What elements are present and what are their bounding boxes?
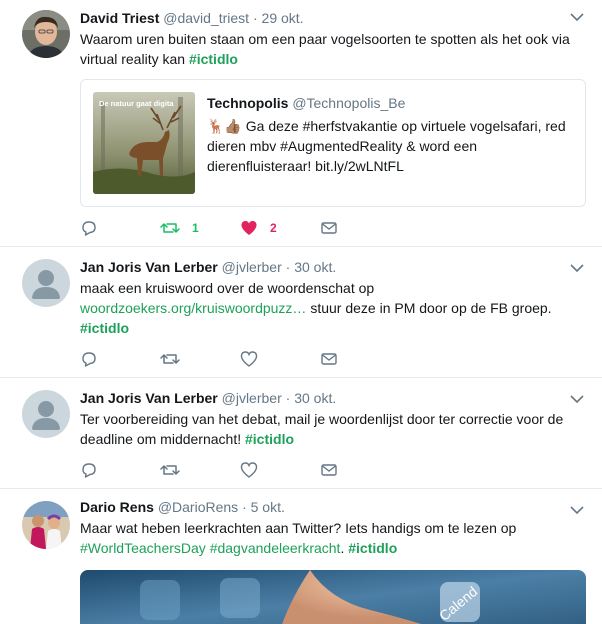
tweet-header: Jan Joris Van Lerber @jvlerber · 30 okt.	[80, 389, 582, 408]
separator-dot: ·	[242, 499, 247, 515]
tweet-text-body: Waarom uren buiten staan om een paar vog…	[80, 31, 570, 67]
timestamp[interactable]: 30 okt.	[294, 390, 336, 406]
timestamp[interactable]: 5 okt.	[251, 499, 285, 515]
avatar[interactable]	[22, 259, 70, 307]
separator-dot: ·	[285, 390, 291, 406]
author-handle[interactable]: @david_triest	[163, 10, 249, 26]
retweet-count: 1	[192, 221, 199, 235]
author-name[interactable]: Dario Rens	[80, 499, 154, 515]
reply-button[interactable]	[80, 460, 98, 480]
retweet-icon	[160, 465, 180, 475]
reply-icon	[82, 463, 96, 478]
tweet[interactable]: David Triest @david_triest · 29 okt. Waa…	[0, 0, 602, 247]
reply-icon	[82, 221, 96, 236]
hashtag-link[interactable]: #dagvandeleerkracht	[210, 540, 341, 556]
tweet-text-body: Ter voorbereiding van het debat, mail je…	[80, 411, 564, 447]
author-handle[interactable]: @jvlerber	[222, 259, 282, 275]
reply-button[interactable]	[80, 349, 98, 369]
tweet-text-body: Maar wat heben leerkrachten aan Twitter?…	[80, 520, 517, 536]
message-button[interactable]	[320, 460, 338, 480]
author-name[interactable]: Jan Joris Van Lerber	[80, 390, 218, 406]
tweet-actions: 1 2	[80, 218, 350, 238]
tweet-actions	[80, 460, 350, 480]
tweet[interactable]: Jan Joris Van Lerber @jvlerber · 30 okt.…	[0, 378, 602, 489]
message-icon	[321, 353, 337, 365]
timestamp[interactable]: 29 okt.	[262, 10, 304, 26]
tweet-header: Jan Joris Van Lerber @jvlerber · 30 okt.	[80, 258, 582, 277]
message-button[interactable]	[320, 218, 338, 238]
quoted-tweet-image: De natuur gaat digita	[93, 92, 195, 194]
like-button[interactable]	[240, 349, 258, 369]
message-button[interactable]	[320, 349, 338, 369]
message-icon	[321, 222, 337, 234]
tweet-text: Ter voorbereiding van het debat, mail je…	[80, 409, 582, 449]
like-icon	[241, 221, 257, 235]
retweet-button[interactable]	[160, 460, 180, 480]
quoted-tweet-text: 🦌👍🏽 Ga deze #herfstvakantie op virtuele …	[207, 116, 575, 176]
timeline: David Triest @david_triest · 29 okt. Waa…	[0, 0, 602, 624]
hashtag-link[interactable]: #WorldTeachersDay	[80, 540, 206, 556]
retweet-button[interactable]	[160, 349, 180, 369]
avatar[interactable]	[22, 10, 70, 58]
author-name[interactable]: Jan Joris Van Lerber	[80, 259, 218, 275]
retweet-button[interactable]: 1	[160, 218, 199, 238]
quoted-image-caption: De natuur gaat digita	[99, 99, 174, 108]
author-handle[interactable]: @DarioRens	[158, 499, 238, 515]
hashtag-link[interactable]: #ictidlo	[245, 431, 294, 447]
tweet-actions	[80, 349, 350, 369]
tweet-header: Dario Rens @DarioRens · 5 okt.	[80, 498, 582, 517]
tweet-text-body: maak een kruiswoord over de woordenschat…	[80, 280, 375, 296]
quoted-text-body: Ga deze #herfstvakantie op virtuele voge…	[207, 118, 566, 174]
quoted-author-name[interactable]: Technopolis	[207, 95, 288, 111]
avatar[interactable]	[22, 390, 70, 438]
url-link[interactable]: woordzoekers.org/kruiswoordpuzz…	[80, 300, 306, 316]
retweet-icon	[160, 354, 180, 364]
like-button[interactable]: 2	[240, 218, 277, 238]
hashtag-link[interactable]: #ictidlo	[348, 540, 397, 556]
quoted-author-handle[interactable]: @Technopolis_Be	[292, 95, 405, 111]
like-icon	[240, 351, 258, 367]
message-icon	[321, 464, 337, 476]
like-icon	[240, 462, 258, 478]
separator-dot: ·	[285, 259, 291, 275]
tweet-media-image[interactable]: Calend	[80, 570, 586, 624]
tweet-text: maak een kruiswoord over de woordenschat…	[80, 278, 582, 338]
quoted-tweet[interactable]: De natuur gaat digita Technopolis @Techn…	[80, 79, 586, 207]
hashtag-link[interactable]: #ictidlo	[189, 51, 238, 67]
tweet[interactable]: Jan Joris Van Lerber @jvlerber · 30 okt.…	[0, 247, 602, 378]
hashtag-link[interactable]: #ictidlo	[80, 320, 129, 336]
quoted-emoji: 🦌👍🏽	[207, 118, 242, 134]
avatar[interactable]	[22, 501, 70, 549]
author-name[interactable]: David Triest	[80, 10, 159, 26]
timestamp[interactable]: 30 okt.	[294, 259, 336, 275]
quoted-tweet-body: Technopolis @Technopolis_Be 🦌👍🏽 Ga deze …	[207, 94, 575, 176]
like-button[interactable]	[240, 460, 258, 480]
like-count: 2	[270, 221, 277, 235]
author-handle[interactable]: @jvlerber	[222, 390, 282, 406]
tweet-text: Waarom uren buiten staan om een paar vog…	[80, 29, 582, 69]
tweet-text: Maar wat heben leerkrachten aan Twitter?…	[80, 518, 582, 558]
reply-button[interactable]	[80, 218, 98, 238]
tweet-text-body: stuur deze in PM door op de FB groep.	[306, 300, 552, 316]
tweet-header: David Triest @david_triest · 29 okt.	[80, 9, 582, 28]
separator-dot: ·	[252, 10, 258, 26]
retweet-icon	[160, 223, 180, 233]
quoted-tweet-header: Technopolis @Technopolis_Be	[207, 94, 575, 113]
reply-icon	[82, 352, 96, 367]
